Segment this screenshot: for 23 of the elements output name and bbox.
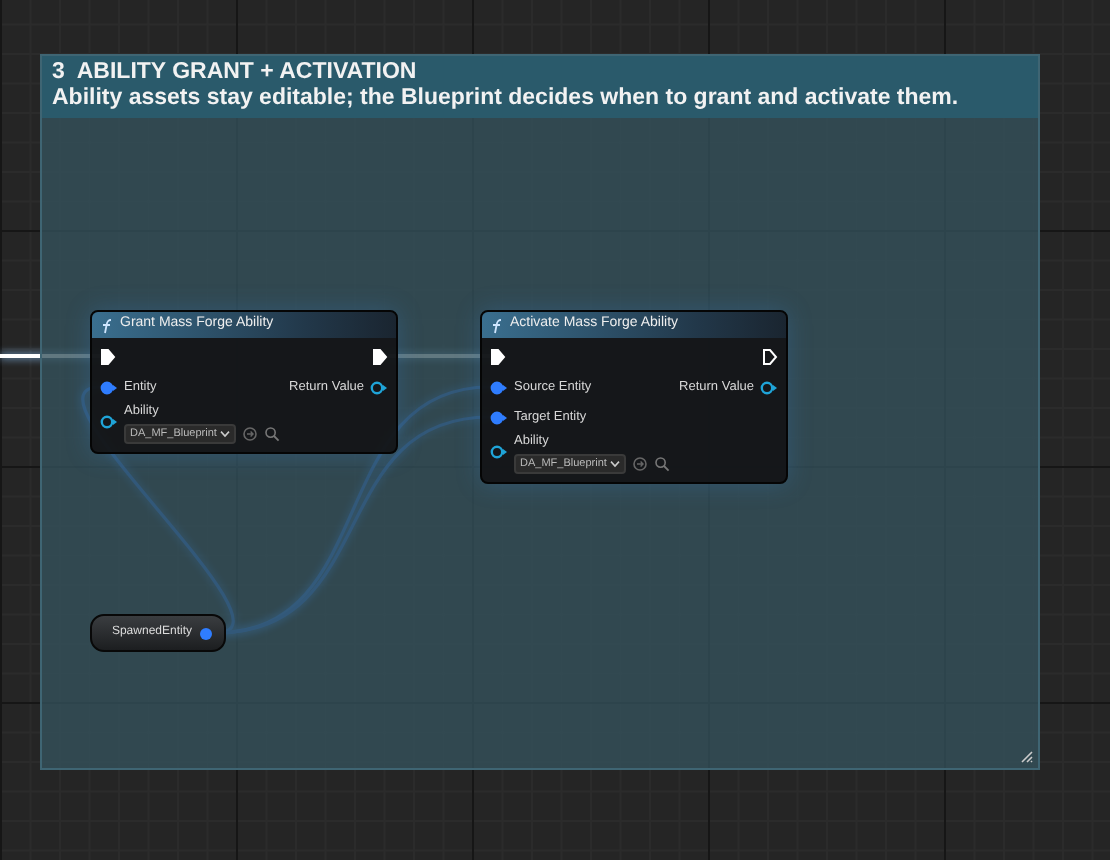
use-asset-icon[interactable]: [632, 455, 649, 472]
data-pin-icon[interactable]: [198, 625, 216, 641]
data-pin-icon[interactable]: [100, 379, 118, 395]
caret-icon[interactable]: [610, 459, 621, 468]
exec-pin-icon[interactable]: [100, 347, 116, 365]
search-icon[interactable]: [654, 455, 671, 472]
data-pin-icon[interactable]: [760, 379, 778, 395]
comment-title: 3 ABILITY GRANT + ACTIVATION: [52, 60, 417, 86]
resize-grip-icon[interactable]: [1020, 750, 1034, 764]
data-pin-icon[interactable]: [370, 379, 388, 395]
exec-pin-icon[interactable]: [490, 347, 506, 365]
comment-description: Ability assets stay editable; the Blueprint decides when to grant and activate them.: [52, 86, 959, 112]
data-pin-icon[interactable]: [100, 414, 118, 431]
caret-icon[interactable]: [220, 429, 231, 438]
data-pin-icon[interactable]: [490, 444, 508, 461]
use-asset-icon[interactable]: [242, 425, 259, 442]
search-icon[interactable]: [264, 425, 281, 442]
function-icon[interactable]: [490, 317, 504, 333]
data-pin-icon[interactable]: [490, 409, 508, 425]
data-pin-icon[interactable]: [490, 379, 508, 395]
exec-pin-icon[interactable]: [372, 347, 388, 365]
function-icon[interactable]: [100, 317, 114, 333]
exec-pin-icon[interactable]: [762, 347, 778, 365]
